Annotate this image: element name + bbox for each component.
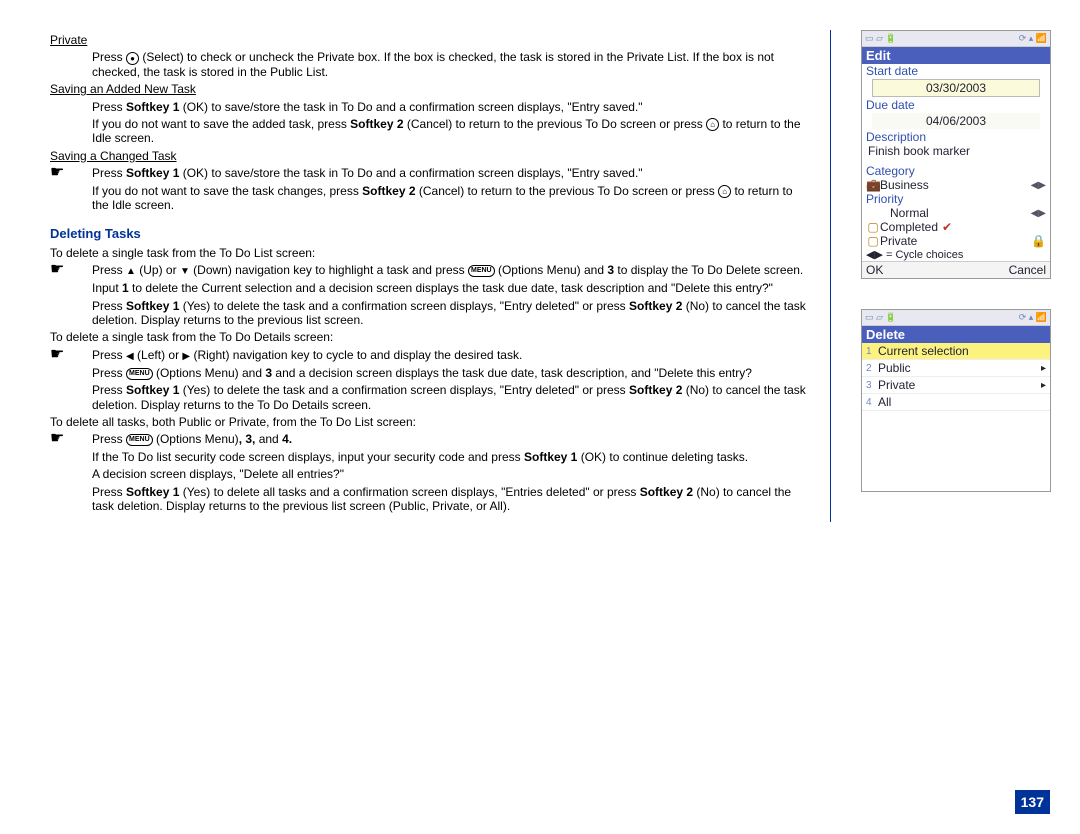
menu-icon: MENU bbox=[126, 434, 153, 446]
main-column: Private Press ● (Select) to check or unc… bbox=[50, 30, 831, 522]
start-date-value: 03/30/2003 bbox=[872, 79, 1040, 97]
category-label: Category bbox=[862, 164, 1050, 178]
del-p3: Press Softkey 1 (Yes) to delete the task… bbox=[92, 299, 810, 328]
softkey-ok: OK bbox=[866, 263, 883, 277]
del-intro: To delete a single task from the To Do L… bbox=[50, 246, 810, 260]
del-p7: To delete all tasks, both Public or Priv… bbox=[50, 415, 810, 429]
completed-row: ▢Completed✔ bbox=[862, 220, 1050, 234]
del-bullet-2: ☛ Press ◀ (Left) or ▶ (Right) navigation… bbox=[50, 348, 810, 363]
cycle-icon: ◀▶ bbox=[1031, 180, 1046, 191]
side-column: ▭ ▱ 🔋⟳ ▴ 📶 Edit Start date 03/30/2003 Du… bbox=[831, 30, 1051, 522]
private-paragraph: Press ● (Select) to check or uncheck the… bbox=[92, 50, 810, 79]
softkey-cancel: Cancel bbox=[1009, 263, 1046, 277]
list-item: 1Current selection bbox=[862, 343, 1050, 360]
saving-add-p2: If you do not want to save the added tas… bbox=[92, 117, 810, 146]
select-icon: ● bbox=[126, 52, 139, 65]
cycle-note: ◀▶ = Cycle choices bbox=[862, 248, 1050, 261]
private-row: ▢Private🔒 bbox=[862, 234, 1050, 248]
due-date-value: 04/06/2003 bbox=[872, 113, 1040, 129]
del-p2: Input 1 to delete the Current selection … bbox=[92, 281, 810, 295]
saving-chg-heading: Saving a Changed Task bbox=[50, 149, 810, 163]
left-icon: ◀ bbox=[126, 351, 134, 362]
deleting-tasks-title: Deleting Tasks bbox=[50, 226, 810, 242]
saving-chg-bullet: ☛ Press Softkey 1 (OK) to save/store the… bbox=[50, 166, 810, 180]
del-p8: If the To Do list security code screen d… bbox=[92, 450, 810, 464]
phone-delete-screen: ▭ ▱ 🔋⟳ ▴ 📶 Delete 1Current selection 2Pu… bbox=[861, 309, 1051, 492]
del-bullet-1: ☛ Press ▲ (Up) or ▼ (Down) navigation ke… bbox=[50, 263, 810, 278]
checkbox-icon: ▢ bbox=[866, 234, 880, 248]
phone-edit-title: Edit bbox=[862, 47, 1050, 64]
end-icon: ⌂ bbox=[718, 185, 731, 198]
private-heading: Private bbox=[50, 33, 810, 47]
checkbox-icon: ▢ bbox=[866, 220, 880, 234]
priority-label: Priority bbox=[862, 192, 1050, 206]
del-p6: Press Softkey 1 (Yes) to delete the task… bbox=[92, 383, 810, 412]
del-bullet-3: ☛ Press MENU (Options Menu), 3, and 4. bbox=[50, 432, 810, 446]
saving-chg-p1: If you do not want to save the task chan… bbox=[92, 184, 810, 213]
cycle-icon: ◀▶ bbox=[1031, 208, 1046, 219]
lock-icon: 🔒 bbox=[1031, 234, 1046, 248]
briefcase-icon: 💼 bbox=[866, 178, 880, 192]
menu-icon: MENU bbox=[468, 265, 495, 277]
arrow-right-icon: ▸ bbox=[1041, 380, 1046, 391]
check-icon: ✔ bbox=[942, 220, 952, 234]
page-number: 137 bbox=[1015, 790, 1050, 814]
phone-edit-screen: ▭ ▱ 🔋⟳ ▴ 📶 Edit Start date 03/30/2003 Du… bbox=[861, 30, 1051, 279]
phone-delete-title: Delete bbox=[862, 326, 1050, 343]
list-item: 4All bbox=[862, 394, 1050, 411]
saving-add-heading: Saving an Added New Task bbox=[50, 82, 810, 96]
description-label: Description bbox=[862, 130, 1050, 144]
phone-statusbar: ▭ ▱ 🔋⟳ ▴ 📶 bbox=[862, 31, 1050, 47]
arrow-right-icon: ▸ bbox=[1041, 363, 1046, 374]
del-p5: Press MENU (Options Menu) and 3 and a de… bbox=[92, 366, 810, 380]
menu-icon: MENU bbox=[126, 368, 153, 380]
due-date-label: Due date bbox=[862, 98, 1050, 112]
right-icon: ▶ bbox=[182, 351, 190, 362]
del-p9: A decision screen displays, "Delete all … bbox=[92, 467, 810, 481]
saving-add-p1: Press Softkey 1 (OK) to save/store the t… bbox=[92, 100, 810, 114]
end-icon: ⌂ bbox=[706, 118, 719, 131]
down-icon: ▼ bbox=[180, 266, 190, 277]
softkey-row: OK Cancel bbox=[862, 261, 1050, 278]
priority-row: Normal◀▶ bbox=[862, 206, 1050, 220]
del-p4: To delete a single task from the To Do D… bbox=[50, 330, 810, 344]
list-item: 3Private▸ bbox=[862, 377, 1050, 394]
del-p10: Press Softkey 1 (Yes) to delete all task… bbox=[92, 485, 810, 514]
description-value: Finish book marker bbox=[862, 144, 1050, 158]
category-row: 💼Business◀▶ bbox=[862, 178, 1050, 192]
up-icon: ▲ bbox=[126, 266, 136, 277]
phone-statusbar: ▭ ▱ 🔋⟳ ▴ 📶 bbox=[862, 310, 1050, 326]
cycle-icon: ◀▶ bbox=[866, 249, 883, 261]
list-item: 2Public▸ bbox=[862, 360, 1050, 377]
start-date-label: Start date bbox=[862, 64, 1050, 78]
